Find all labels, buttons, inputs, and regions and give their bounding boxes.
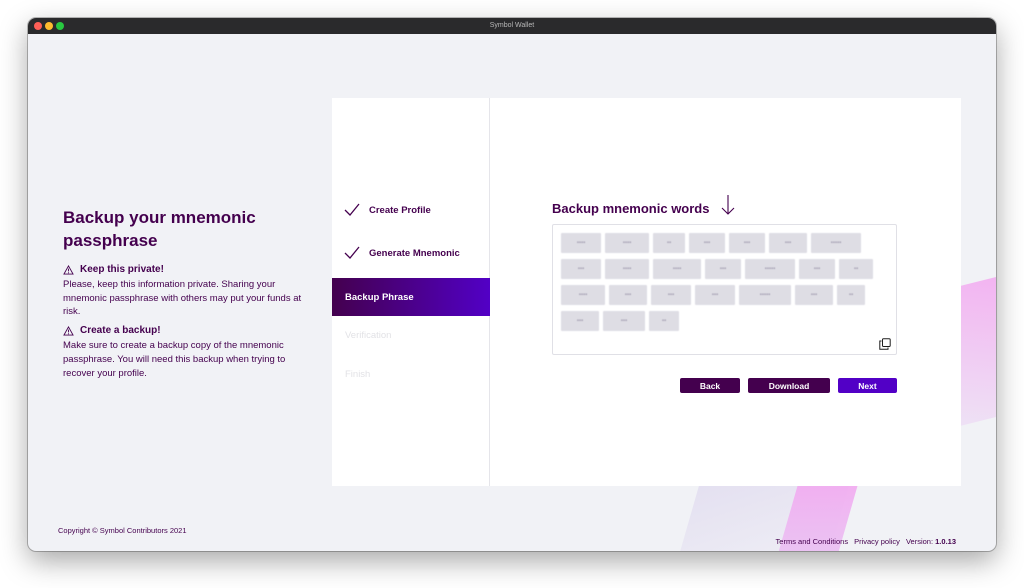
step-label: Verification [345,329,392,341]
mnemonic-word: ▪▪▪ [651,285,691,305]
copy-icon[interactable] [879,338,891,350]
mnemonic-word: ▪▪▪▪▪ [739,285,791,305]
mnemonic-word: ▪▪▪ [769,233,807,253]
mnemonic-word: ▪▪▪▪▪ [745,259,795,279]
note-heading-backup: Create a backup! [63,325,303,336]
checkmark-icon [344,203,360,216]
mnemonic-word: ▪▪▪ [603,311,645,331]
version-number: 1.0.13 [935,537,956,546]
note-text-backup: Make sure to create a backup copy of the… [63,340,286,379]
steps-sidebar: Create Profile Generate Mnemonic Backup … [332,98,490,486]
app-window: Symbol Wallet Backup your mnemonic passp… [28,18,996,551]
word-row: ▪▪▪▪ ▪▪▪ ▪▪▪ ▪▪▪ ▪▪▪▪▪ ▪▪▪ ▪▪ [561,285,888,305]
copyright-text: Copyright © Symbol Contributors 2021 [58,526,187,535]
mnemonic-word: ▪▪▪ [729,233,765,253]
arrow-down-icon [722,195,735,215]
step-generate-mnemonic: Generate Mnemonic [332,234,490,272]
mnemonic-word: ▪▪▪▪ [605,259,649,279]
backup-title: Backup mnemonic words [552,194,735,216]
mnemonic-word: ▪▪▪ [705,259,741,279]
next-button[interactable]: Next [838,378,897,393]
info-panel: Backup your mnemonic passphrase Keep thi… [63,206,303,386]
word-row: ▪▪▪ ▪▪▪▪ ▪▪▪▪ ▪▪▪ ▪▪▪▪▪ ▪▪▪ ▪▪ [561,259,888,279]
word-row: ▪▪▪▪ ▪▪▪▪ ▪▪ ▪▪▪ ▪▪▪ ▪▪▪ ▪▪▪▪▪ [561,233,888,253]
step-backup-phrase: Backup Phrase [332,278,490,316]
mnemonic-word: ▪▪ [839,259,873,279]
zoom-window-button[interactable] [56,22,64,30]
step-label: Create Profile [369,204,431,216]
mnemonic-word: ▪▪ [837,285,865,305]
mnemonic-word: ▪▪▪ [689,233,725,253]
mnemonic-word: ▪▪▪▪ [653,259,701,279]
footer-links: Terms and Conditions Privacy policy Vers… [776,537,956,546]
wizard-card: Create Profile Generate Mnemonic Backup … [332,98,961,486]
mnemonic-word: ▪▪▪ [799,259,835,279]
step-create-profile: Create Profile [332,191,490,229]
mnemonic-word: ▪▪▪ [795,285,833,305]
note-heading-text: Keep this private! [80,264,164,275]
version-label: Version: [905,537,934,546]
checkmark-icon [344,246,360,259]
mnemonic-word: ▪▪ [653,233,685,253]
backup-title-text: Backup mnemonic words [552,201,710,216]
warning-icon [63,325,74,336]
step-label: Finish [345,368,371,380]
mnemonic-word: ▪▪▪▪▪ [811,233,861,253]
back-button[interactable]: Back [680,378,740,393]
mnemonic-word: ▪▪▪ [561,259,601,279]
window-title: Symbol Wallet [489,22,535,29]
step-finish: Finish [332,355,490,393]
note-heading-private: Keep this private! [63,264,303,275]
close-window-button[interactable] [34,22,42,30]
step-verification: Verification [332,316,490,354]
note-text-private: Please, keep this information private. S… [63,279,302,318]
mnemonic-word: ▪▪▪ [609,285,647,305]
mnemonic-word: ▪▪ [649,311,679,331]
mnemonic-word: ▪▪▪▪ [605,233,649,253]
note-heading-text: Create a backup! [80,325,161,337]
main-content: Backup your mnemonic passphrase Keep thi… [28,34,996,551]
minimize-window-button[interactable] [45,22,53,30]
download-button[interactable]: Download [748,378,830,393]
word-row: ▪▪▪ ▪▪▪ ▪▪ [561,311,888,331]
mnemonic-word: ▪▪▪▪ [561,285,605,305]
step-label: Backup Phrase [345,291,414,303]
mnemonic-word: ▪▪▪▪ [561,233,601,253]
privacy-link[interactable]: Privacy policy [854,537,900,546]
mnemonic-words-box: ▪▪▪▪ ▪▪▪▪ ▪▪ ▪▪▪ ▪▪▪ ▪▪▪ ▪▪▪▪▪ ▪▪▪ ▪▪▪▪ … [552,224,897,355]
warning-icon [63,264,74,275]
step-label: Generate Mnemonic [369,247,460,259]
mnemonic-word: ▪▪▪ [561,311,599,331]
page-title: Backup your mnemonic passphrase [63,208,256,250]
title-bar: Symbol Wallet [28,18,996,34]
background-decoration-right [958,271,996,427]
version-info: Version: 1.0.13 [906,537,956,546]
mnemonic-word: ▪▪▪ [695,285,735,305]
terms-link[interactable]: Terms and Conditions [776,537,849,546]
